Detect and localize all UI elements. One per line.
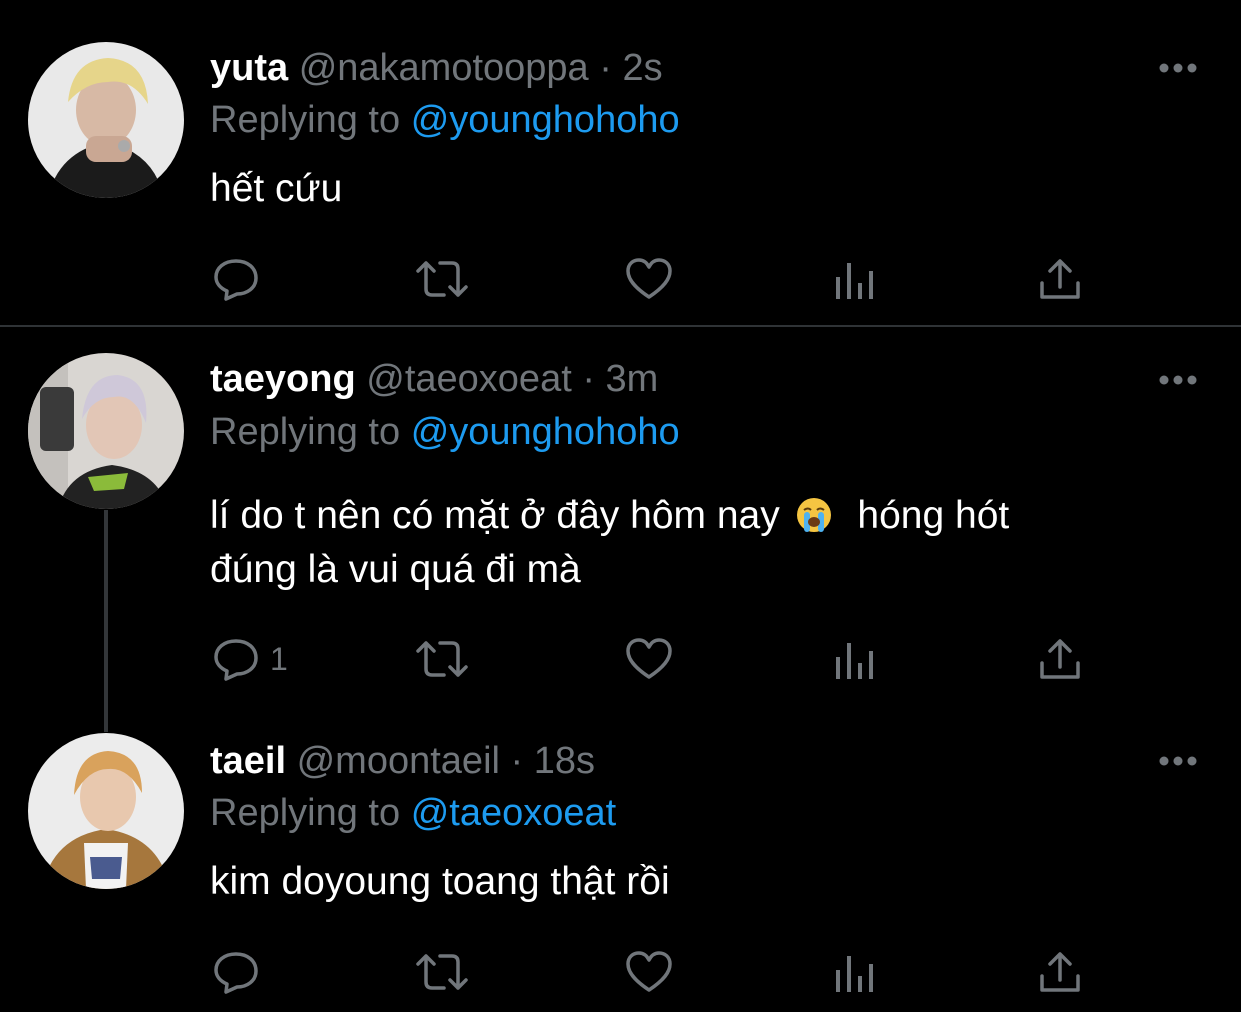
retweet-icon [416, 641, 468, 677]
loudly-crying-face-emoji [796, 498, 831, 532]
timestamp[interactable]: 3m [606, 358, 659, 400]
retweet-icon [416, 954, 468, 990]
heart-icon [626, 951, 672, 992]
avatar[interactable] [28, 733, 184, 889]
retweet-icon [416, 261, 468, 297]
separator: · [571, 358, 606, 400]
more-icon[interactable] [1158, 62, 1198, 74]
action-bar [0, 254, 1241, 304]
tweet-yuta[interactable]: yuta @nakamotooppa · 2s Replying to @you… [0, 0, 1241, 325]
tweet-header: yuta @nakamotooppa · 2s [210, 46, 663, 90]
handle[interactable]: @taeoxoeat [366, 358, 572, 400]
replying-to: Replying to @younghohoho [210, 410, 680, 454]
like-button[interactable] [624, 254, 674, 304]
retweet-button[interactable] [414, 947, 470, 997]
share-button[interactable] [1038, 634, 1082, 684]
separator: · [499, 740, 534, 782]
analytics-icon [836, 956, 873, 992]
share-button[interactable] [1038, 254, 1082, 304]
display-name[interactable]: taeil [210, 740, 286, 782]
heart-icon [626, 638, 672, 679]
mention-link[interactable]: @younghohoho [411, 99, 680, 141]
more-icon[interactable] [1158, 755, 1198, 767]
tweet-header: taeyong @taeoxoeat · 3m [210, 357, 658, 401]
analytics-button[interactable] [834, 634, 876, 684]
avatar[interactable] [28, 353, 184, 509]
mention-link[interactable]: @taeoxoeat [411, 792, 617, 834]
timestamp[interactable]: 2s [622, 47, 662, 89]
retweet-button[interactable] [414, 634, 470, 684]
analytics-button[interactable] [834, 947, 876, 997]
replying-label: Replying to [210, 411, 401, 453]
replying-to: Replying to @younghohoho [210, 98, 680, 142]
separator: · [588, 47, 623, 89]
display-name[interactable]: yuta [210, 47, 288, 89]
mention-link[interactable]: @younghohoho [411, 411, 680, 453]
display-name[interactable]: taeyong [210, 358, 356, 400]
analytics-icon [836, 263, 873, 299]
action-bar [0, 947, 1241, 997]
replying-label: Replying to [210, 792, 401, 834]
handle[interactable]: @moontaeil [297, 740, 500, 782]
tweet-text-line2: đúng là vui quá đi mà [210, 548, 581, 591]
like-button[interactable] [624, 947, 674, 997]
tweet-text-part2: hóng hót [857, 494, 1010, 537]
reply-button[interactable] [212, 254, 260, 304]
reply-icon [214, 259, 258, 301]
tweet-taeyong[interactable]: taeyong @taeoxoeat · 3m Replying to @you… [0, 327, 1241, 707]
avatar[interactable] [28, 42, 184, 198]
heart-icon [626, 258, 672, 299]
tweet-text: hết cứu [210, 167, 343, 210]
tweet-header: taeil @moontaeil · 18s [210, 739, 595, 783]
share-icon [1040, 952, 1080, 992]
more-icon[interactable] [1158, 374, 1198, 386]
tweet-taeil[interactable]: taeil @moontaeil · 18s Replying to @taeo… [0, 707, 1241, 1012]
share-icon [1040, 639, 1080, 679]
share-icon [1040, 259, 1080, 299]
tweet-text: kim doyoung toang thật rồi [210, 860, 670, 903]
reply-icon [214, 639, 258, 681]
replying-to: Replying to @taeoxoeat [210, 791, 616, 835]
action-bar: 1 [0, 634, 1241, 684]
analytics-icon [836, 643, 873, 679]
reply-count: 1 [270, 640, 288, 677]
handle[interactable]: @nakamotooppa [299, 47, 589, 89]
replying-label: Replying to [210, 99, 401, 141]
reply-button[interactable] [212, 947, 260, 997]
tweet-text: lí do t nên có mặt ở đây hôm nay hóng hó… [210, 489, 1170, 597]
analytics-button[interactable] [834, 254, 876, 304]
share-button[interactable] [1038, 947, 1082, 997]
reply-button[interactable]: 1 [212, 634, 288, 684]
like-button[interactable] [624, 634, 674, 684]
retweet-button[interactable] [414, 254, 470, 304]
tweet-text-part1: lí do t nên có mặt ở đây hôm nay [210, 494, 780, 537]
reply-icon [214, 952, 258, 994]
timestamp[interactable]: 18s [534, 740, 595, 782]
